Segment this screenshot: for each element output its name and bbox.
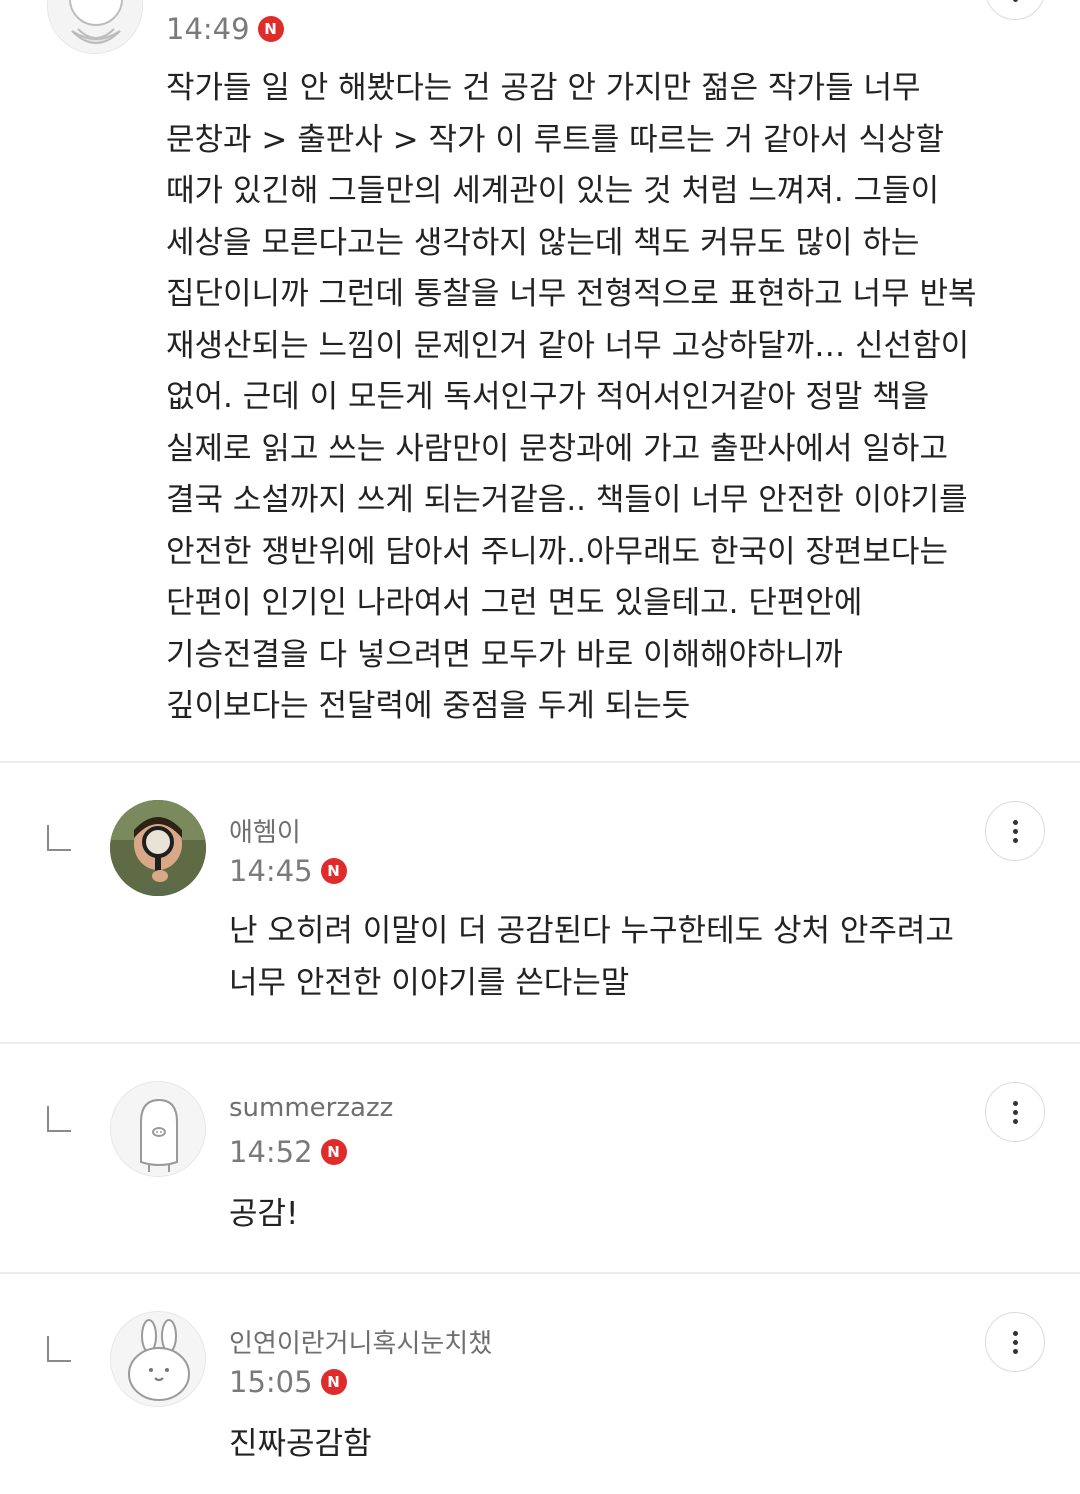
avatar[interactable] (47, 0, 143, 54)
more-options-button[interactable] (985, 1312, 1045, 1372)
comment-meta: 14:52 N (229, 1135, 347, 1169)
avatar[interactable] (110, 800, 206, 896)
more-options-button[interactable] (985, 1082, 1045, 1142)
reply-arrow-icon (47, 1106, 71, 1132)
comment-nickname[interactable]: 인연이란거니혹시눈치챘 (229, 1323, 492, 1360)
divider (0, 1272, 1080, 1274)
comment-text: 공감! (229, 1196, 299, 1232)
reply-arrow-icon (47, 825, 71, 851)
avatar[interactable] (110, 1311, 206, 1407)
comment-meta: 15:05 N (229, 1365, 347, 1399)
comment-time: 14:45 (229, 854, 313, 888)
comment-nickname[interactable]: 애헴이 (229, 812, 301, 849)
new-badge: N (320, 1369, 347, 1395)
reply-arrow-icon (47, 1336, 71, 1362)
comment-time: 15:05 (229, 1365, 313, 1399)
comment-time: 14:49 (166, 12, 250, 46)
new-badge: N (320, 858, 347, 884)
new-badge: N (320, 1139, 347, 1165)
comment-text: 작가들 일 안 해봤다는 건 공감 안 가지만 젊은 작가들 너무 문창과 > … (166, 70, 977, 724)
new-badge: N (257, 16, 284, 42)
avatar[interactable] (110, 1081, 206, 1177)
more-dots-icon (1012, 1100, 1018, 1106)
comment-time: 14:52 (229, 1135, 313, 1169)
divider (0, 1042, 1080, 1044)
comment-text: 진짜공감함 (229, 1426, 372, 1462)
comment-meta: 14:49 N (166, 12, 284, 46)
more-dots-icon (1012, 819, 1018, 825)
comment-meta: 14:45 N (229, 854, 347, 888)
more-options-button[interactable] (985, 801, 1045, 861)
more-options-button[interactable] (985, 0, 1045, 20)
divider (0, 761, 1080, 763)
more-dots-icon (1012, 1330, 1018, 1336)
comment-text: 난 오히려 이말이 더 공감된다 누구한테도 상처 안주려고 너무 안전한 이야… (229, 913, 954, 1001)
comment-nickname[interactable]: summerzazz (229, 1093, 393, 1123)
